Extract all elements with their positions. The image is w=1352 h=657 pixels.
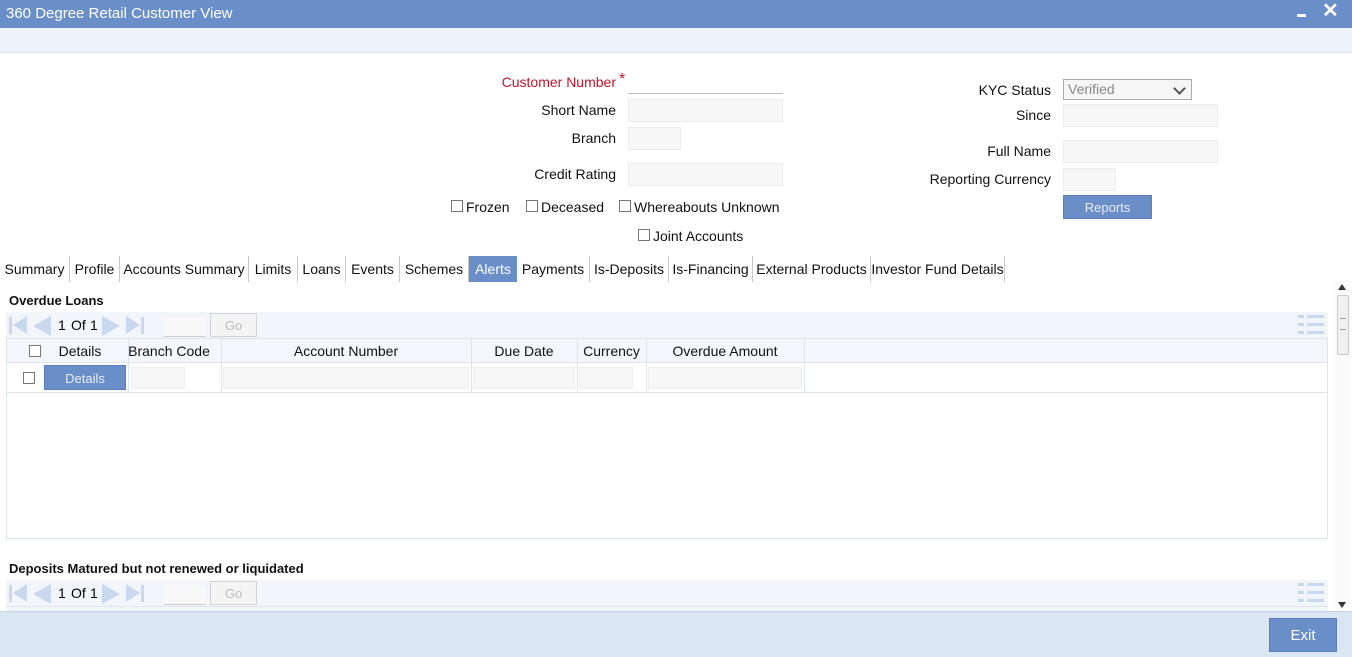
full-name-field[interactable]	[1063, 140, 1218, 163]
reporting-currency-field[interactable]	[1063, 168, 1116, 191]
credit-rating-label: Credit Rating	[534, 166, 616, 182]
account-number-cell[interactable]	[223, 367, 469, 389]
full-name-label: Full Name	[987, 143, 1051, 159]
frozen-label: Frozen	[466, 199, 510, 215]
whereabouts-unknown-checkbox[interactable]	[619, 200, 631, 212]
column-header-currency: Currency	[583, 343, 640, 359]
tab-limits[interactable]: Limits	[249, 256, 298, 282]
scroll-down-icon[interactable]	[1338, 602, 1346, 608]
page-of-label: Of	[71, 317, 86, 333]
due-date-cell[interactable]	[473, 367, 575, 389]
credit-rating-field[interactable]	[628, 163, 783, 186]
whereabouts-unknown-label: Whereabouts Unknown	[634, 199, 780, 215]
kyc-status-select[interactable]: Verified	[1063, 79, 1192, 100]
tab-loans[interactable]: Loans	[298, 256, 346, 282]
next-page-icon[interactable]	[102, 584, 122, 604]
since-field[interactable]	[1063, 104, 1218, 127]
select-all-checkbox[interactable]	[29, 345, 41, 357]
tab-schemes[interactable]: Schemes	[400, 256, 469, 282]
tab-events[interactable]: Events	[346, 256, 400, 282]
required-marker: *	[619, 71, 626, 88]
tab-bar: Summary Profile Accounts Summary Limits …	[0, 256, 1352, 282]
tab-external-products[interactable]: External Products	[753, 256, 871, 282]
last-page-icon[interactable]	[125, 316, 145, 334]
toolbar-strip	[0, 28, 1352, 53]
page-of-label: Of	[71, 585, 86, 601]
overdue-loans-pager: 1 Of 1 Go	[6, 312, 1328, 338]
tab-investor-fund-details[interactable]: Investor Fund Details	[871, 256, 1005, 282]
column-header-branch-code: Branch Code	[128, 343, 210, 359]
table-row: Details	[7, 363, 1327, 393]
branch-field[interactable]	[628, 127, 681, 150]
details-button[interactable]: Details	[44, 365, 126, 390]
next-page-icon[interactable]	[102, 316, 122, 336]
grid-header: Details Branch Code Account Number Due D…	[7, 339, 1327, 363]
first-page-icon[interactable]	[8, 316, 28, 334]
row-checkbox[interactable]	[23, 372, 35, 384]
chevron-down-icon	[1172, 81, 1188, 97]
window-title: 360 Degree Retail Customer View	[6, 5, 233, 22]
kyc-status-label: KYC Status	[978, 82, 1051, 98]
deceased-label: Deceased	[541, 199, 605, 215]
branch-label: Branch	[571, 130, 616, 146]
go-button[interactable]: Go	[210, 581, 257, 605]
short-name-field[interactable]	[628, 99, 783, 122]
customer-number-input[interactable]	[628, 72, 783, 94]
tab-summary[interactable]: Summary	[0, 256, 70, 282]
joint-accounts-checkbox[interactable]	[638, 229, 650, 241]
overdue-loans-grid: Details Branch Code Account Number Due D…	[6, 338, 1328, 539]
title-bar: 360 Degree Retail Customer View ✕	[0, 0, 1352, 28]
previous-page-icon[interactable]	[31, 584, 51, 604]
currency-cell[interactable]	[579, 367, 633, 389]
page-current: 1	[58, 317, 66, 333]
scroll-thumb[interactable]	[1337, 295, 1349, 355]
page-total: 1	[90, 317, 98, 333]
tab-accounts-summary[interactable]: Accounts Summary	[120, 256, 249, 282]
go-button[interactable]: Go	[210, 313, 257, 337]
kyc-status-value: Verified	[1068, 81, 1115, 97]
exit-button[interactable]: Exit	[1269, 618, 1337, 652]
previous-page-icon[interactable]	[31, 316, 51, 336]
column-header-details: Details	[58, 343, 102, 359]
tab-payments[interactable]: Payments	[517, 256, 590, 282]
first-page-icon[interactable]	[8, 584, 28, 602]
tab-is-deposits[interactable]: Is-Deposits	[590, 256, 669, 282]
customer-number-label: Customer Number	[501, 74, 616, 90]
page-current: 1	[58, 585, 66, 601]
overdue-amount-cell[interactable]	[648, 367, 802, 389]
minimize-icon[interactable]	[1295, 2, 1311, 22]
reporting-currency-label: Reporting Currency	[929, 171, 1051, 187]
tab-alerts[interactable]: Alerts	[469, 256, 517, 282]
frozen-checkbox[interactable]	[451, 200, 463, 212]
short-name-label: Short Name	[541, 102, 616, 118]
scroll-up-icon[interactable]	[1338, 284, 1346, 290]
column-header-overdue-amount: Overdue Amount	[672, 343, 778, 359]
deceased-checkbox[interactable]	[526, 200, 538, 212]
columns-icon[interactable]	[1298, 583, 1324, 603]
deposits-matured-title: Deposits Matured but not renewed or liqu…	[9, 561, 304, 576]
since-label: Since	[1015, 107, 1051, 123]
footer-bar: Exit	[0, 611, 1352, 657]
tab-profile[interactable]: Profile	[70, 256, 120, 282]
overdue-loans-title: Overdue Loans	[9, 293, 104, 308]
column-header-account-number: Account Number	[293, 343, 399, 359]
page-number-input[interactable]	[164, 317, 206, 337]
vertical-scrollbar[interactable]	[1335, 280, 1351, 610]
column-header-due-date: Due Date	[494, 343, 554, 359]
tab-is-financing[interactable]: Is-Financing	[669, 256, 753, 282]
page-total: 1	[90, 585, 98, 601]
last-page-icon[interactable]	[125, 584, 145, 602]
branch-code-cell[interactable]	[131, 367, 185, 389]
close-icon[interactable]: ✕	[1322, 0, 1339, 23]
deposits-matured-pager: 1 Of 1 Go	[6, 580, 1328, 606]
page-number-input[interactable]	[164, 585, 206, 605]
joint-accounts-label: Joint Accounts	[653, 228, 744, 244]
columns-icon[interactable]	[1298, 315, 1324, 335]
reports-button[interactable]: Reports	[1063, 195, 1152, 219]
